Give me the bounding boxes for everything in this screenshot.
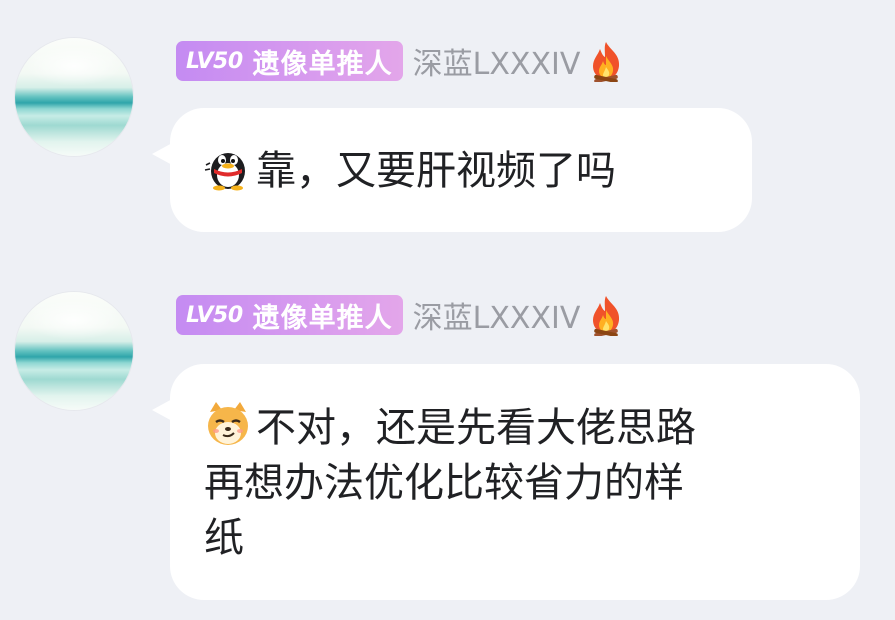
smirk-dog-emoji (204, 400, 252, 448)
message-bubble[interactable]: 不对，还是先看大佬思路 再想办法优化比较省力的样 纸 (152, 364, 860, 600)
message-text-line: 不对，还是先看大佬思路 (256, 405, 696, 451)
fire-icon (588, 40, 624, 84)
sender-header: LV50 遗像单推人 深蓝LXXXIV (176, 293, 624, 338)
sender-nickname[interactable]: 深蓝LXXXIV (413, 39, 581, 83)
level-label: LV50 (186, 302, 243, 328)
title-label: 遗像单推人 (252, 302, 393, 334)
avatar[interactable] (15, 38, 133, 156)
message-line: 不对，还是先看大佬思路 (204, 400, 840, 456)
bubble-tail (152, 142, 174, 166)
sender-nickname[interactable]: 深蓝LXXXIV (413, 293, 581, 337)
bubble-tail (152, 398, 174, 422)
fire-icon (588, 294, 624, 338)
avatar[interactable] (15, 292, 133, 410)
level-label: LV50 (186, 48, 243, 74)
avatar-shine (25, 300, 123, 340)
qq-penguin-emoji (204, 143, 252, 191)
avatar-shine (25, 46, 123, 86)
level-title-badge[interactable]: LV50 遗像单推人 (176, 295, 403, 335)
level-title-badge[interactable]: LV50 遗像单推人 (176, 41, 403, 81)
message-bubble[interactable]: 靠，又要肝视频了吗 (152, 108, 752, 232)
message-text-line: 再想办法优化比较省力的样 (204, 460, 684, 506)
title-label: 遗像单推人 (252, 48, 393, 80)
sender-header: LV50 遗像单推人 深蓝LXXXIV (176, 39, 624, 84)
message-text-line: 纸 (204, 515, 244, 561)
message-text: 靠，又要肝视频了吗 (256, 148, 616, 194)
